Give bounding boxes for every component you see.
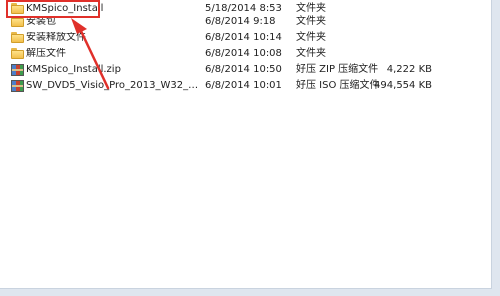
file-list-pane: KMSpico_Install 5/18/2014 8:53 文件夹 安装包 6…	[0, 0, 492, 289]
file-type: 好压 ZIP 压缩文件	[296, 64, 379, 75]
file-size: 494,554 KB	[374, 80, 432, 91]
file-date: 6/8/2014 10:14	[205, 32, 282, 43]
file-type: 文件夹	[296, 48, 326, 59]
file-date: 6/8/2014 10:08	[205, 48, 282, 59]
file-type: 文件夹	[296, 16, 326, 27]
file-size: 4,222 KB	[386, 64, 432, 75]
file-type: 文件夹	[296, 32, 326, 43]
file-date: 6/8/2014 10:50	[205, 64, 282, 75]
file-date: 6/8/2014 10:01	[205, 80, 282, 91]
file-type: 好压 ISO 压缩文件	[296, 80, 380, 91]
file-date: 6/8/2014 9:18	[205, 16, 276, 27]
annotation-arrow	[71, 18, 110, 90]
